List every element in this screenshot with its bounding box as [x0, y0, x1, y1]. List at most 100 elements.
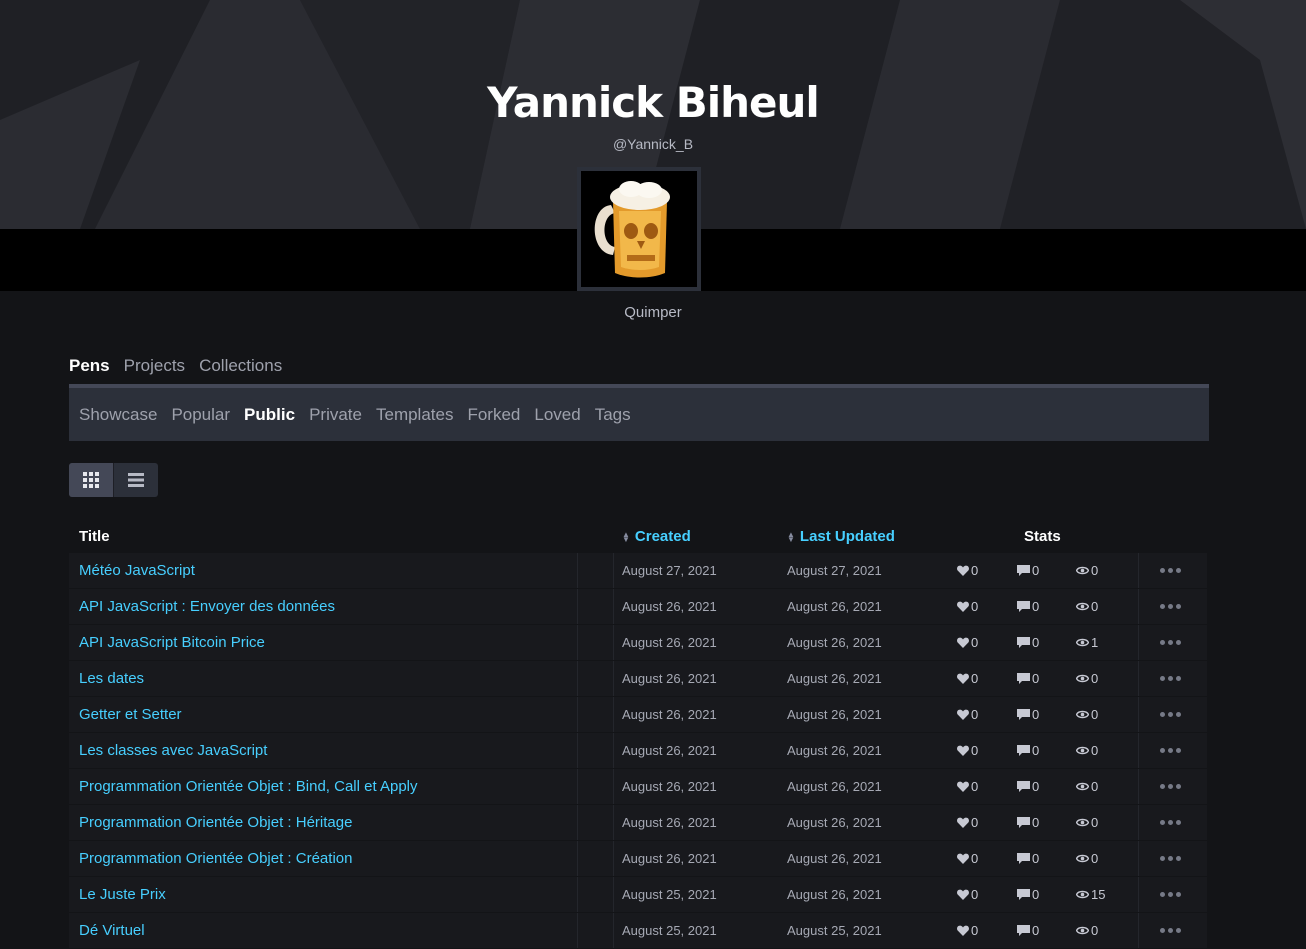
- pen-title-link[interactable]: Le Juste Prix: [79, 877, 166, 912]
- table-row: Programmation Orientée Objet : Bind, Cal…: [69, 769, 1207, 804]
- comment-icon: [1017, 852, 1030, 865]
- pen-created-date: August 26, 2021: [622, 707, 717, 722]
- pen-comments[interactable]: 0: [1017, 697, 1039, 732]
- column-created[interactable]: ▲ ▼ Created: [622, 528, 691, 545]
- pen-comments[interactable]: 0: [1017, 769, 1039, 804]
- pen-likes-count: 0: [971, 851, 979, 866]
- pen-created-date: August 26, 2021: [622, 815, 717, 830]
- pen-comments-count: 0: [1032, 923, 1040, 938]
- more-options-button[interactable]: [1160, 841, 1181, 876]
- pen-likes[interactable]: 0: [957, 553, 978, 588]
- pen-updated-date: August 26, 2021: [787, 707, 882, 722]
- pen-views: 0: [1076, 553, 1098, 588]
- pen-title-link[interactable]: API JavaScript : Envoyer des données: [79, 589, 335, 624]
- comment-icon: [1017, 888, 1030, 901]
- table-row: Dé Virtuel August 25, 2021 August 25, 20…: [69, 913, 1207, 948]
- pen-title-link[interactable]: Programmation Orientée Objet : Héritage: [79, 805, 352, 840]
- filter-templates[interactable]: Templates: [376, 405, 453, 425]
- pen-views-count: 0: [1091, 599, 1099, 614]
- pen-title-link[interactable]: Les dates: [79, 661, 144, 696]
- pen-created-date: August 26, 2021: [622, 743, 717, 758]
- filter-private[interactable]: Private: [309, 405, 362, 425]
- pen-views-count: 0: [1091, 563, 1099, 578]
- heart-icon: [957, 853, 969, 864]
- pen-likes[interactable]: 0: [957, 769, 978, 804]
- more-options-button[interactable]: [1160, 661, 1181, 696]
- pen-comments[interactable]: 0: [1017, 913, 1039, 948]
- more-options-button[interactable]: [1160, 553, 1181, 588]
- filter-public[interactable]: Public: [244, 405, 295, 425]
- more-options-button[interactable]: [1160, 589, 1181, 624]
- column-last-updated[interactable]: ▲ ▼ Last Updated: [787, 528, 895, 545]
- pen-views: 0: [1076, 697, 1098, 732]
- tab-projects[interactable]: Projects: [124, 356, 185, 376]
- ellipsis-icon: [1160, 640, 1181, 645]
- filter-tags[interactable]: Tags: [595, 405, 631, 425]
- pen-created-date: August 26, 2021: [622, 599, 717, 614]
- comment-icon: [1017, 600, 1030, 613]
- comment-icon: [1017, 708, 1030, 721]
- pen-title-link[interactable]: Les classes avec JavaScript: [79, 733, 267, 768]
- pen-updated-date: August 25, 2021: [787, 923, 882, 938]
- pen-likes[interactable]: 0: [957, 877, 978, 912]
- pen-likes[interactable]: 0: [957, 625, 978, 660]
- filter-forked[interactable]: Forked: [467, 405, 520, 425]
- pen-comments[interactable]: 0: [1017, 733, 1039, 768]
- grid-view-button[interactable]: [69, 463, 113, 497]
- pen-comments[interactable]: 0: [1017, 661, 1039, 696]
- pen-created-date: August 26, 2021: [622, 851, 717, 866]
- pen-likes[interactable]: 0: [957, 697, 978, 732]
- pen-likes-count: 0: [971, 779, 979, 794]
- filter-loved[interactable]: Loved: [534, 405, 580, 425]
- pen-comments[interactable]: 0: [1017, 589, 1039, 624]
- pen-comments[interactable]: 0: [1017, 553, 1039, 588]
- view-toggle: [69, 463, 158, 497]
- more-options-button[interactable]: [1160, 733, 1181, 768]
- pen-likes[interactable]: 0: [957, 841, 978, 876]
- pen-created-date: August 27, 2021: [622, 563, 717, 578]
- pen-title-link[interactable]: Programmation Orientée Objet : Création: [79, 841, 352, 876]
- pen-likes[interactable]: 0: [957, 589, 978, 624]
- pen-title-link[interactable]: Getter et Setter: [79, 697, 182, 732]
- pen-views-count: 0: [1091, 707, 1099, 722]
- pen-views-count: 0: [1091, 779, 1099, 794]
- more-options-button[interactable]: [1160, 697, 1181, 732]
- eye-icon: [1076, 890, 1089, 899]
- pen-views: 0: [1076, 733, 1098, 768]
- more-options-button[interactable]: [1160, 625, 1181, 660]
- pen-likes[interactable]: 0: [957, 913, 978, 948]
- table-row: Programmation Orientée Objet : Création …: [69, 841, 1207, 876]
- more-options-button[interactable]: [1160, 769, 1181, 804]
- comment-icon: [1017, 744, 1030, 757]
- pens-filter-nav: Showcase Popular Public Private Template…: [69, 384, 1209, 441]
- eye-icon: [1076, 638, 1089, 647]
- filter-showcase[interactable]: Showcase: [79, 405, 157, 425]
- pen-views-count: 0: [1091, 815, 1099, 830]
- pen-likes[interactable]: 0: [957, 733, 978, 768]
- column-last-updated-label: Last Updated: [799, 528, 895, 545]
- more-options-button[interactable]: [1160, 877, 1181, 912]
- pen-comments[interactable]: 0: [1017, 841, 1039, 876]
- pen-views-count: 0: [1091, 671, 1099, 686]
- pen-comments[interactable]: 0: [1017, 805, 1039, 840]
- more-options-button[interactable]: [1160, 913, 1181, 948]
- pen-likes[interactable]: 0: [957, 661, 978, 696]
- pen-views: 0: [1076, 805, 1098, 840]
- pen-comments[interactable]: 0: [1017, 877, 1039, 912]
- avatar[interactable]: [577, 167, 701, 291]
- list-view-button[interactable]: [113, 463, 158, 497]
- pen-title-link[interactable]: Météo JavaScript: [79, 553, 195, 588]
- tab-collections[interactable]: Collections: [199, 356, 282, 376]
- pen-title-link[interactable]: API JavaScript Bitcoin Price: [79, 625, 265, 660]
- tab-pens[interactable]: Pens: [69, 356, 110, 376]
- pen-comments[interactable]: 0: [1017, 625, 1039, 660]
- ellipsis-icon: [1160, 748, 1181, 753]
- pen-updated-date: August 26, 2021: [787, 671, 882, 686]
- pen-title-link[interactable]: Programmation Orientée Objet : Bind, Cal…: [79, 769, 418, 804]
- pen-created-date: August 25, 2021: [622, 887, 717, 902]
- filter-popular[interactable]: Popular: [171, 405, 230, 425]
- pen-likes[interactable]: 0: [957, 805, 978, 840]
- eye-icon: [1076, 746, 1089, 755]
- more-options-button[interactable]: [1160, 805, 1181, 840]
- pen-title-link[interactable]: Dé Virtuel: [79, 913, 145, 948]
